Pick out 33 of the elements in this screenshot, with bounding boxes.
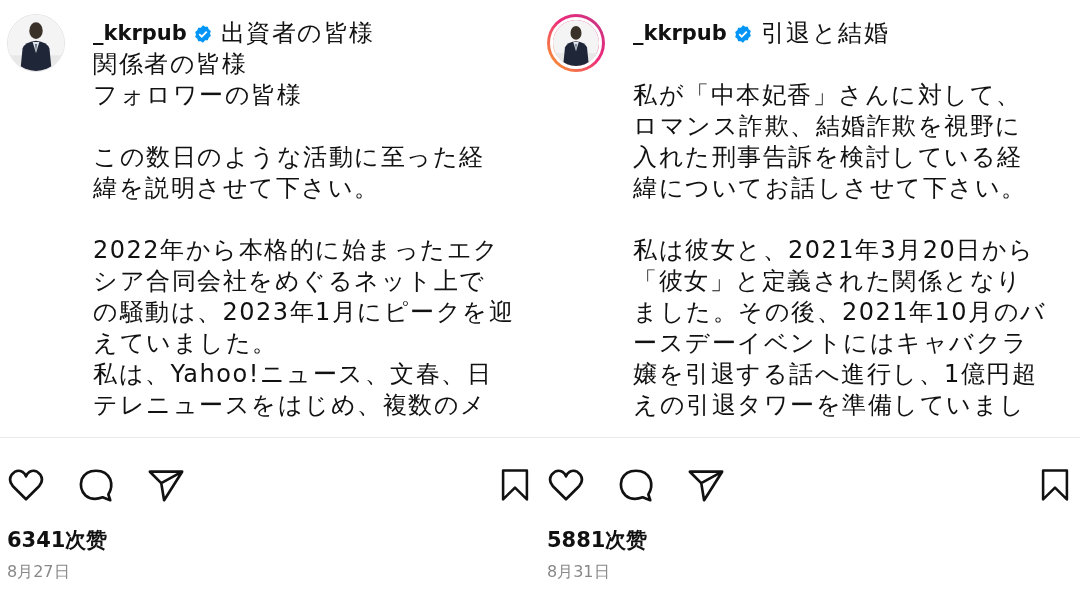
post-date: 8月31日 bbox=[546, 561, 610, 583]
likes-count[interactable]: 5881次赞 bbox=[540, 504, 648, 554]
caption-text: フォロワーの皆様 bbox=[93, 80, 303, 111]
caption-text: 関係者の皆様 bbox=[93, 49, 248, 80]
caption-text: テレニュースをはじめ、複数のメ bbox=[93, 390, 488, 421]
caption-text: ロマンス詐欺、結婚詐欺を視野に bbox=[633, 111, 1023, 142]
comment-icon[interactable] bbox=[77, 466, 115, 504]
caption-text: 嬢を引退する話へ進行し、1億円超 bbox=[633, 359, 1039, 390]
caption-text: 入れた刑事告訴を検討している経 bbox=[633, 142, 1024, 173]
post-date: 8月27日 bbox=[6, 561, 70, 583]
caption-text: ースデーイベントにはキャバクラ bbox=[633, 328, 1030, 359]
heart-icon[interactable] bbox=[547, 466, 585, 504]
caption-text: 私は、Yahoo!ニュース、文春、日 bbox=[93, 359, 494, 390]
heart-icon[interactable] bbox=[7, 466, 45, 504]
caption-text: ました。その後、2021年10月のバ bbox=[633, 297, 1047, 328]
caption-text: えの引退タワーを準備していまし bbox=[633, 390, 1027, 421]
likes-count[interactable]: 6341次赞 bbox=[0, 504, 108, 554]
caption-text: シア合同会社をめぐるネット上で bbox=[93, 266, 487, 297]
caption-text: 緯を説明させて下さい。 bbox=[93, 173, 381, 204]
caption-text: 「彼女」と定義された関係となり bbox=[633, 266, 1024, 297]
caption-text: えていました。 bbox=[93, 328, 279, 359]
caption-text: 私は彼女と、2021年3月20日から bbox=[633, 235, 1036, 266]
caption-text: 私が「中本妃香」さんに対して、 bbox=[633, 80, 1023, 111]
caption-text: 引退と結婚 bbox=[760, 18, 890, 49]
caption-text: 2022年から本格的に始まったエク bbox=[93, 235, 501, 266]
username-link[interactable]: _kkrpub bbox=[93, 18, 187, 49]
caption-text: 緯についてお話しさせて下さい。 bbox=[633, 173, 1028, 204]
caption-text: この数日のような活動に至った経 bbox=[93, 142, 486, 173]
avatar-ring[interactable] bbox=[547, 14, 605, 72]
username-link[interactable]: _kkrpub bbox=[633, 18, 727, 49]
caption-text: の騒動は、2023年1月にピークを迎 bbox=[93, 297, 515, 328]
comment-icon[interactable] bbox=[617, 466, 655, 504]
caption-text: 出資者の皆様 bbox=[220, 18, 375, 49]
